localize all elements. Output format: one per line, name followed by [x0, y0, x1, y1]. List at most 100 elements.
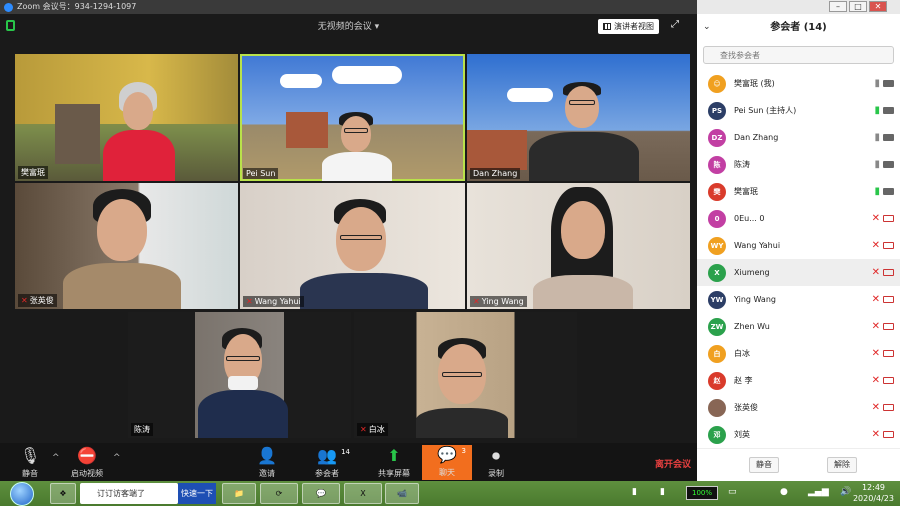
windows-start-icon[interactable] — [10, 482, 34, 506]
participant-body — [533, 275, 633, 309]
record-button[interactable]: ⏺ 录制 — [471, 446, 521, 479]
app-icon[interactable]: ❖ — [50, 483, 76, 504]
video-options-chevron-icon[interactable]: ^ — [113, 453, 121, 463]
clock-date: 2020/4/23 — [852, 494, 894, 503]
participant-row[interactable]: 樊樊富珉 ▮ — [697, 178, 900, 205]
building-decoration — [467, 130, 527, 170]
start-video-button[interactable]: ⛔ 启动视频 — [62, 446, 112, 479]
muted-mic-icon[interactable]: ✕ — [872, 267, 880, 278]
muted-mic-icon[interactable]: ✕ — [872, 213, 880, 224]
participant-row[interactable]: 0 0Eu... 0 ✕ — [697, 205, 900, 232]
system-clock[interactable]: 12:49 2020/4/23 — [853, 482, 894, 504]
mic-icon[interactable]: ▮ — [874, 159, 880, 170]
zoom-taskbar-icon[interactable]: 📹 — [385, 483, 419, 504]
video-tile[interactable]: ✕ Ying Wang — [467, 183, 690, 309]
maximize-icon[interactable]: □ — [849, 1, 867, 12]
participant-row[interactable]: 白白冰 ✕ — [697, 340, 900, 367]
participant-row[interactable]: WY Wang Yahui ✕ — [697, 232, 900, 259]
mute-all-button[interactable]: 静音 — [749, 457, 779, 473]
muted-mic-icon[interactable]: ✕ — [872, 375, 880, 386]
meeting-toolbar: 🎙 静音 ^ ⛔ 启动视频 ^ 👤 邀请 👥 14 参会者 ⬆ 共享屏幕 💬 3… — [0, 443, 697, 481]
participant-row[interactable]: YW Ying Wang ✕ — [697, 286, 900, 313]
participant-face — [341, 116, 371, 152]
video-off-icon[interactable] — [883, 242, 894, 249]
mute-button[interactable]: 🎙 静音 — [5, 446, 55, 479]
invite-button[interactable]: 👤 邀请 — [242, 446, 292, 479]
video-off-icon[interactable] — [883, 215, 894, 222]
participant-row[interactable]: DZ Dan Zhang ▮ — [697, 124, 900, 151]
meeting-window: Zoom 会议号：934-1294-1097 无视频的会议 ▾ 演讲者视图 ⤢ … — [0, 0, 697, 481]
video-tile[interactable]: ✕ 张英俊 — [15, 183, 238, 309]
participant-row[interactable]: 张英俊 ✕ — [697, 394, 900, 421]
refresh-app-icon[interactable]: ⟳ — [260, 483, 298, 504]
audio-options-chevron-icon[interactable]: ^ — [52, 453, 60, 463]
video-icon[interactable] — [883, 161, 894, 168]
participant-row[interactable]: ☺ 樊富珉 (我) ▮ — [697, 70, 900, 97]
speaker-view-label: 演讲者视图 — [614, 22, 654, 31]
chat-button[interactable]: 💬 3 聊天 — [422, 445, 472, 480]
participant-face — [97, 199, 147, 261]
tile-name: 张英俊 — [29, 296, 54, 305]
meeting-topic[interactable]: 无视频的会议 ▾ — [0, 19, 697, 32]
muted-mic-icon[interactable]: ✕ — [872, 321, 880, 332]
video-icon[interactable] — [883, 188, 894, 195]
active-mic-icon[interactable]: ▮ — [874, 105, 880, 116]
video-off-icon[interactable] — [883, 350, 894, 357]
participant-row[interactable]: ZW Zhen Wu ✕ — [697, 313, 900, 340]
video-tile-active-speaker[interactable]: Pei Sun — [240, 54, 465, 181]
network-icon[interactable]: ▂▄▆ — [808, 487, 829, 497]
participant-row[interactable]: X Xiumeng ✕ — [697, 259, 900, 286]
close-icon[interactable]: ✕ — [869, 1, 887, 12]
muted-mic-icon[interactable]: ✕ — [872, 429, 880, 440]
video-icon[interactable] — [883, 107, 894, 114]
video-off-icon[interactable] — [883, 431, 894, 438]
leave-meeting-button[interactable]: 离开会议 — [655, 457, 691, 470]
video-tile[interactable]: ✕ 白冰 — [354, 312, 577, 438]
tile-name: 樊富珉 — [21, 168, 45, 177]
participant-row[interactable]: 赵赵 李 ✕ — [697, 367, 900, 394]
wechat-icon[interactable]: 💬 — [302, 483, 340, 504]
tile-name-label: ✕ 张英俊 — [18, 294, 57, 307]
muted-mic-icon[interactable]: ✕ — [872, 402, 880, 413]
video-off-icon[interactable] — [883, 296, 894, 303]
video-off-icon[interactable] — [883, 269, 894, 276]
excel-icon[interactable]: X — [344, 483, 382, 504]
participant-search-input[interactable] — [703, 46, 894, 64]
minimize-icon[interactable]: – — [829, 1, 847, 12]
video-off-icon[interactable] — [883, 323, 894, 330]
video-off-icon[interactable] — [883, 377, 894, 384]
participant-row[interactable]: PS Pei Sun (主持人) ▮ — [697, 97, 900, 124]
tray-icon[interactable]: ● — [780, 487, 788, 497]
browser-taskbar-tab[interactable]: 订订访客端了 — [80, 483, 178, 504]
muted-mic-icon[interactable]: ✕ — [872, 294, 880, 305]
muted-mic-icon[interactable]: ✕ — [872, 348, 880, 359]
active-mic-icon[interactable]: ▮ — [874, 186, 880, 197]
video-tile[interactable]: Dan Zhang — [467, 54, 690, 181]
participants-button[interactable]: 👥 14 参会者 — [302, 446, 352, 479]
tray-icon[interactable]: ▮ — [660, 487, 665, 497]
volume-icon[interactable]: 🔊 — [840, 487, 851, 497]
fullscreen-icon[interactable]: ⤢ — [671, 20, 681, 30]
browser-search-button[interactable]: 快速一下 — [178, 483, 216, 504]
muted-mic-icon[interactable]: ✕ — [872, 240, 880, 251]
tray-icon[interactable]: ▭ — [728, 487, 737, 497]
unmute-all-button[interactable]: 解除 — [827, 457, 857, 473]
video-icon[interactable] — [883, 134, 894, 141]
mic-icon[interactable]: ▮ — [874, 132, 880, 143]
share-screen-button[interactable]: ⬆ 共享屏幕 — [369, 446, 419, 479]
folder-icon[interactable]: 📁 — [222, 483, 256, 504]
speaker-view-button[interactable]: 演讲者视图 — [598, 19, 659, 34]
video-tile[interactable]: 樊富珉 — [15, 54, 238, 181]
mic-icon[interactable]: ▮ — [874, 78, 880, 89]
participant-row[interactable]: 邓刘英 ✕ — [697, 421, 900, 448]
tray-icon[interactable]: ▮ — [632, 487, 637, 497]
participant-row[interactable]: 陈陈涛 ▮ — [697, 151, 900, 178]
participant-face — [561, 201, 605, 259]
tile-name: Ying Wang — [481, 297, 524, 306]
battery-indicator: 100% — [686, 486, 718, 500]
video-tile[interactable]: 陈涛 — [128, 312, 351, 438]
video-tile[interactable]: ✕ Wang Yahui — [240, 183, 465, 309]
participant-avatar: 樊 — [708, 182, 726, 201]
video-icon[interactable] — [883, 80, 894, 87]
video-off-icon[interactable] — [883, 404, 894, 411]
